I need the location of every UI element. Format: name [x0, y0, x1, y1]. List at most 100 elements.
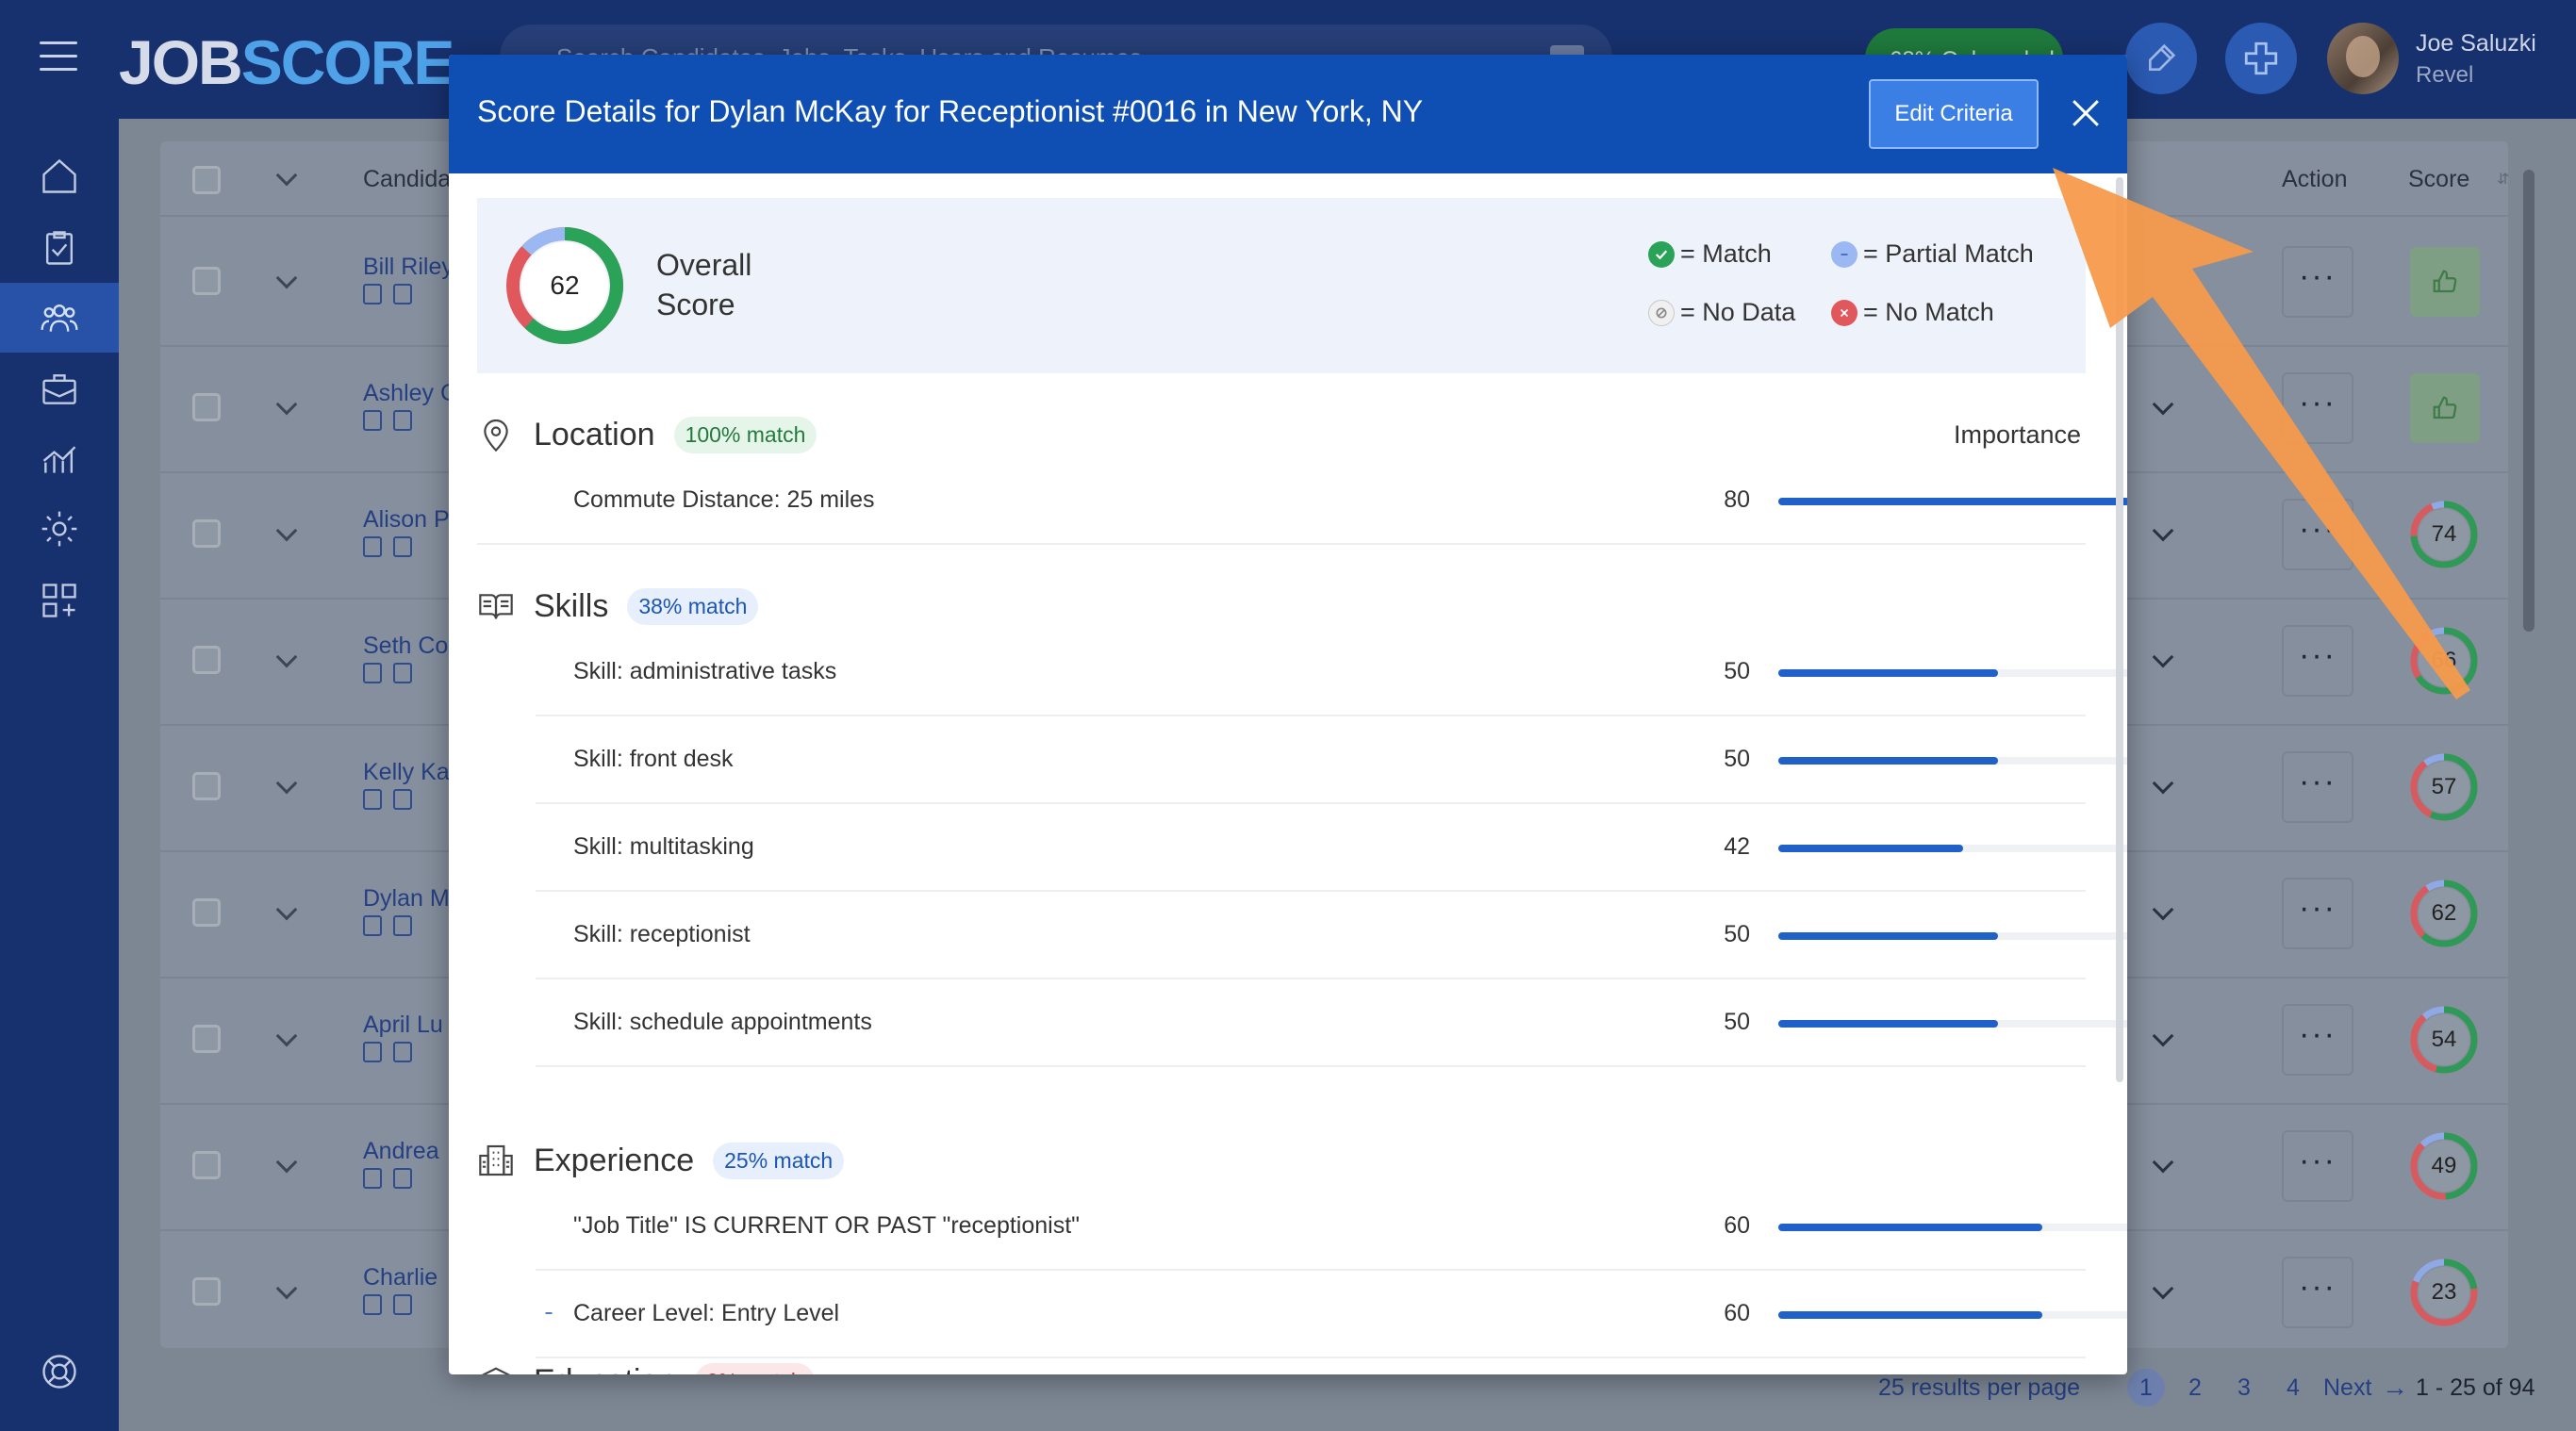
resume-icon[interactable] [363, 1042, 382, 1062]
score-badge[interactable]: 74 [2408, 499, 2480, 570]
next-page-link[interactable]: Next [2323, 1374, 2371, 1402]
resume-icon[interactable] [363, 1294, 382, 1315]
logo-score-text: SCORE [240, 27, 455, 97]
sidebar-item-settings[interactable] [0, 494, 119, 564]
page-4[interactable]: 4 [2274, 1369, 2312, 1406]
legend-match: = Match [1648, 239, 1772, 269]
resume-icon[interactable] [363, 1168, 382, 1189]
page-1[interactable]: 1 [2127, 1369, 2165, 1406]
sidebar-item-jobs[interactable] [0, 354, 119, 424]
row-checkbox[interactable] [192, 393, 221, 421]
legend-no-match-label: = No Match [1863, 298, 1994, 326]
row-action-button[interactable]: ··· [2282, 499, 2353, 570]
sort-icon[interactable]: ⇵ [2497, 170, 2509, 189]
linkedin-icon[interactable] [393, 789, 412, 810]
linkedin-icon[interactable] [393, 1042, 412, 1062]
results-per-page[interactable]: 25 results per page [1878, 1374, 2080, 1402]
location-pin-icon [484, 419, 508, 452]
row-action-button[interactable]: ··· [2282, 751, 2353, 823]
importance-bar-track [1778, 669, 2127, 677]
sidebar-item-help[interactable] [0, 1337, 119, 1406]
user-name[interactable]: Joe Saluzki [2416, 30, 2536, 58]
section-education-header: Education 0% match [477, 1357, 815, 1374]
candidate-name-link[interactable]: Dylan M [363, 885, 450, 913]
score-badge[interactable]: 62 [2408, 878, 2480, 949]
candidate-name-link[interactable]: Charlie [363, 1264, 438, 1291]
sidebar-item-analytics[interactable] [0, 424, 119, 494]
importance-bar-fill [1778, 1311, 2042, 1319]
row-checkbox[interactable] [192, 1151, 221, 1179]
row-action-button[interactable]: ··· [2282, 1004, 2353, 1076]
arrow-right-icon[interactable]: → [2382, 1373, 2408, 1403]
resume-icon[interactable] [363, 536, 382, 557]
user-avatar[interactable] [2327, 23, 2399, 94]
resume-icon[interactable] [363, 789, 382, 810]
candidate-name-link[interactable]: Andrea [363, 1138, 439, 1165]
page-3[interactable]: 3 [2225, 1369, 2263, 1406]
linkedin-icon[interactable] [393, 284, 412, 304]
sidebar-item-home[interactable] [0, 141, 119, 211]
row-checkbox[interactable] [192, 1277, 221, 1306]
linkedin-icon[interactable] [393, 663, 412, 683]
score-badge[interactable]: 49 [2408, 1130, 2480, 1202]
candidate-name-link[interactable]: April Lu [363, 1012, 443, 1039]
row-checkbox[interactable] [192, 646, 221, 674]
menu-icon[interactable] [40, 41, 77, 71]
score-badge[interactable]: 54 [2408, 1004, 2480, 1076]
row-checkbox[interactable] [192, 1025, 221, 1053]
add-button[interactable] [2225, 23, 2297, 94]
candidate-name-link[interactable]: Bill Riley [363, 254, 454, 281]
row-action-button[interactable]: ··· [2282, 625, 2353, 697]
partial-match-icon [1831, 240, 1858, 268]
resume-icon[interactable] [363, 663, 382, 683]
linkedin-icon[interactable] [393, 1294, 412, 1315]
gear-icon [41, 511, 77, 547]
jobscore-logo[interactable]: JOBSCORE [119, 26, 455, 98]
candidate-name-link[interactable]: Alison P [363, 506, 450, 534]
row-checkbox[interactable] [192, 898, 221, 927]
sidebar-item-tasks[interactable] [0, 213, 119, 283]
row-action-button[interactable]: ··· [2282, 246, 2353, 318]
briefcase-icon [42, 374, 76, 404]
candidate-name-link[interactable]: Seth Co [363, 633, 448, 660]
linkedin-icon[interactable] [393, 915, 412, 936]
linkedin-icon[interactable] [393, 536, 412, 557]
section-experience-header: Experience 25% match [477, 1137, 845, 1184]
linkedin-icon[interactable] [393, 410, 412, 431]
row-action-button[interactable]: ··· [2282, 1130, 2353, 1202]
edit-criteria-button[interactable]: Edit Criteria [1869, 79, 2039, 149]
legend-partial: = Partial Match [1831, 239, 2034, 269]
candidate-name-link[interactable]: Ashley C [363, 380, 457, 407]
score-badge[interactable]: 66 [2408, 625, 2480, 697]
select-all-checkbox[interactable] [192, 166, 221, 194]
row-action-button[interactable]: ··· [2282, 878, 2353, 949]
row-action-button[interactable]: ··· [2282, 372, 2353, 444]
column-candidate[interactable]: Candida [363, 166, 451, 193]
page-2[interactable]: 2 [2176, 1369, 2214, 1406]
candidate-doc-icons [363, 789, 412, 810]
sidebar-item-apps[interactable] [0, 566, 119, 635]
modal-scrollbar[interactable] [2116, 177, 2123, 1082]
close-button[interactable] [2065, 92, 2106, 134]
score-badge[interactable]: 57 [2408, 751, 2480, 823]
column-score[interactable]: Score [2408, 166, 2469, 193]
resume-icon[interactable] [363, 915, 382, 936]
row-checkbox[interactable] [192, 772, 221, 800]
criterion-label: Career Level: Entry Level [573, 1300, 840, 1326]
thumbs-up-score[interactable] [2410, 247, 2480, 317]
resume-icon[interactable] [363, 410, 382, 431]
candidate-name-link[interactable]: Kelly Ka [363, 759, 450, 786]
thumbs-up-score[interactable] [2410, 373, 2480, 443]
score-badge[interactable]: 23 [2408, 1257, 2480, 1328]
list-scrollbar[interactable] [2523, 170, 2535, 632]
bulk-actions-chevron-icon[interactable] [275, 164, 298, 187]
row-checkbox[interactable] [192, 519, 221, 548]
row-checkbox[interactable] [192, 267, 221, 295]
match-icon [1648, 240, 1675, 268]
sidebar-item-candidates[interactable] [0, 283, 119, 353]
linkedin-icon[interactable] [393, 1168, 412, 1189]
tools-button[interactable] [2125, 23, 2197, 94]
row-action-button[interactable]: ··· [2282, 1257, 2353, 1328]
resume-icon[interactable] [363, 284, 382, 304]
candidate-doc-icons [363, 284, 412, 304]
